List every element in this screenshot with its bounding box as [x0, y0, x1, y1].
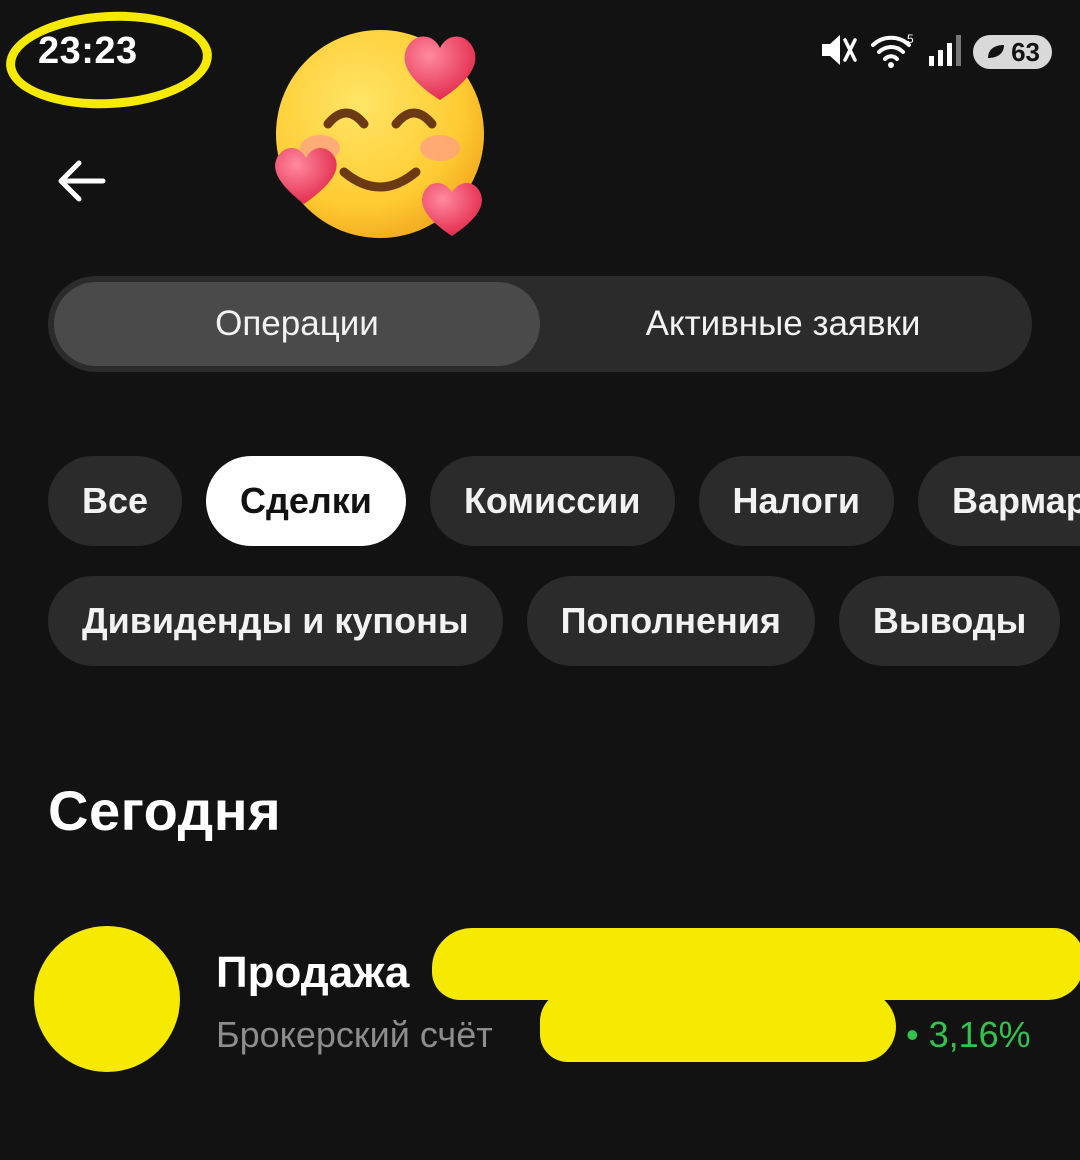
filter-chip-all[interactable]: Все — [48, 456, 183, 546]
arrow-left-icon — [55, 159, 107, 208]
operation-account: Брокерский счёт — [216, 1014, 493, 1055]
operation-title[interactable]: Продажа — [216, 948, 409, 998]
operation-avatar-redacted[interactable] — [34, 926, 180, 1072]
filter-chip-taxes[interactable]: Налоги — [698, 456, 895, 546]
signal-icon — [927, 32, 963, 73]
section-title-today: Сегодня — [48, 779, 282, 842]
status-time: 23:23 — [38, 30, 138, 72]
battery-indicator: 63 — [973, 35, 1052, 69]
filter-chip-commissions[interactable]: Комиссии — [429, 456, 675, 546]
battery-level: 63 — [1011, 36, 1040, 67]
operation-change: • 3,16% — [906, 1014, 1031, 1055]
tab-operations[interactable]: Операции — [54, 282, 540, 366]
mute-icon — [819, 32, 859, 73]
svg-text:5: 5 — [907, 32, 914, 46]
filter-chips-row-1: Все Сделки Комиссии Налоги Вармар — [48, 456, 1080, 546]
operations-tabs: Операции Активные заявки — [48, 276, 1032, 372]
filter-chip-withdrawals[interactable]: Выводы — [838, 576, 1061, 666]
tab-active-orders[interactable]: Активные заявки — [540, 282, 1026, 366]
filter-chips-row-2: Дивиденды и купоны Пополнения Выводы — [48, 576, 1061, 666]
smiling-face-with-hearts-sticker — [268, 20, 494, 244]
filter-chip-dividends[interactable]: Дивиденды и купоны — [48, 576, 503, 666]
redaction-scribble — [540, 990, 896, 1062]
battery-leaf-icon — [985, 37, 1007, 68]
back-button[interactable] — [48, 150, 114, 216]
filter-chip-deposits[interactable]: Пополнения — [526, 576, 815, 666]
filter-chip-varmar[interactable]: Вармар — [918, 456, 1080, 546]
status-icons: 5 63 — [819, 30, 1052, 74]
filter-chip-deals[interactable]: Сделки — [206, 456, 406, 546]
wifi-icon: 5 — [869, 31, 917, 74]
